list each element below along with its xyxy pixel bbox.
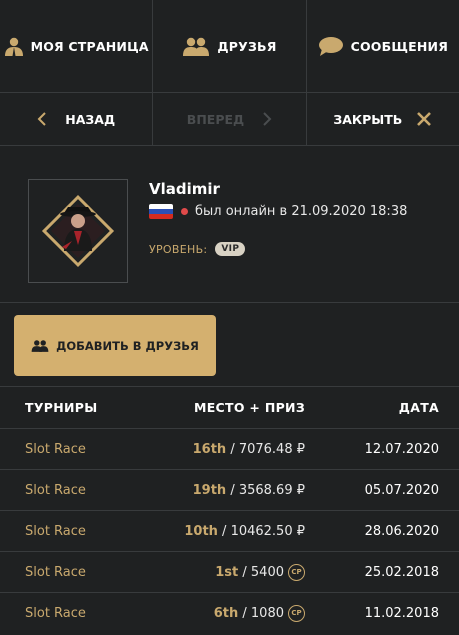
nav-my-page-label: МОЯ СТРАНИЦА [30, 38, 149, 54]
russia-flag-icon [149, 204, 173, 219]
prize-value: / 7076.48 ₽ [226, 441, 305, 457]
sub-nav: НАЗАД ВПЕРЕД ЗАКРЫТЬ [0, 93, 459, 146]
level-row: УРОВЕНЬ: VIP [149, 242, 246, 256]
place-prize-cell: 10th / 10462.50 ₽ [150, 524, 305, 539]
date-cell: 05.07.2020 [364, 482, 439, 498]
nav-friends[interactable]: ДРУЗЬЯ [153, 0, 307, 92]
username: Vladimir [149, 180, 220, 198]
tournament-name-link[interactable]: Slot Race [0, 442, 150, 457]
top-nav: МОЯ СТРАНИЦА ДРУЗЬЯ СООБЩЕНИЯ [0, 0, 459, 93]
tournament-name-link[interactable]: Slot Race [0, 483, 150, 498]
place-value: 19th [192, 482, 227, 498]
place-prize-cell: 16th / 7076.48 ₽ [150, 442, 305, 457]
friends-icon [183, 37, 210, 56]
place-prize-cell: 1st / 5400 CP [150, 563, 305, 581]
online-status: был онлайн в 21.09.2020 18:38 [149, 204, 407, 219]
avatar-gangster-image [41, 194, 115, 268]
date-cell: 11.02.2018 [364, 605, 439, 621]
chevron-right-icon [263, 112, 272, 126]
prize-value: / 3568.69 ₽ [226, 482, 305, 498]
table-row: Slot Race 19th / 3568.69 ₽05.07.2020 [0, 469, 459, 510]
table-row: Slot Race 1st / 5400 CP 25.02.2018 [0, 551, 459, 592]
back-label: НАЗАД [65, 111, 116, 127]
place-value: 16th [192, 441, 227, 457]
forward-button[interactable]: ВПЕРЕД [153, 93, 307, 145]
date-cell: 12.07.2020 [364, 441, 439, 457]
prize-value: / 10462.50 ₽ [217, 523, 305, 539]
date-cell: 25.02.2018 [364, 564, 439, 580]
table-row: Slot Race 16th / 7076.48 ₽12.07.2020 [0, 428, 459, 469]
close-label: ЗАКРЫТЬ [333, 111, 403, 127]
tournament-name-link[interactable]: Slot Race [0, 565, 150, 580]
cp-coin-icon: CP [288, 604, 305, 622]
place-prize-cell: 19th / 3568.69 ₽ [150, 483, 305, 498]
place-value: 1st [215, 564, 239, 580]
chevron-left-icon [37, 112, 46, 126]
nav-messages-label: СООБЩЕНИЯ [350, 38, 449, 54]
header-date: ДАТА [398, 400, 439, 415]
offline-dot-icon [181, 208, 188, 215]
level-label: УРОВЕНЬ: [149, 242, 208, 256]
add-friends-icon [31, 340, 49, 352]
table-header: ТУРНИРЫ МЕСТО + ПРИЗ ДАТА [0, 386, 459, 428]
forward-label: ВПЕРЕД [186, 111, 245, 127]
place-value: 6th [213, 605, 239, 621]
close-icon [417, 112, 432, 126]
tournament-name-link[interactable]: Slot Race [0, 524, 150, 539]
place-prize-cell: 6th / 1080 CP [150, 604, 305, 622]
tournament-name-link[interactable]: Slot Race [0, 606, 150, 621]
place-value: 10th [184, 523, 218, 539]
close-button[interactable]: ЗАКРЫТЬ [307, 93, 459, 145]
cp-coin-icon: CP [288, 563, 305, 581]
prize-value: / 5400 [238, 564, 284, 580]
header-place-prize: МЕСТО + ПРИЗ [193, 400, 305, 415]
prize-value: / 1080 [238, 605, 284, 621]
tournaments-table: ТУРНИРЫ МЕСТО + ПРИЗ ДАТА Slot Race 16th … [0, 386, 459, 633]
last-online-text: был онлайн в 21.09.2020 18:38 [195, 204, 408, 219]
profile-section: Vladimir был онлайн в 21.09.2020 18:38 У… [0, 146, 459, 303]
vip-badge: VIP [215, 242, 246, 256]
table-row: Slot Race 10th / 10462.50 ₽28.06.2020 [0, 510, 459, 551]
chat-bubble-icon [318, 37, 343, 56]
back-button[interactable]: НАЗАД [0, 93, 154, 145]
nav-messages[interactable]: СООБЩЕНИЯ [307, 0, 459, 92]
nav-my-page[interactable]: МОЯ СТРАНИЦА [0, 0, 154, 92]
add-friend-button[interactable]: ДОБАВИТЬ В ДРУЗЬЯ [14, 315, 216, 376]
avatar[interactable] [28, 179, 128, 283]
date-cell: 28.06.2020 [364, 523, 439, 539]
table-row: Slot Race 6th / 1080 CP 11.02.2018 [0, 592, 459, 633]
add-friend-label: ДОБАВИТЬ В ДРУЗЬЯ [56, 338, 199, 353]
user-icon [4, 37, 23, 56]
nav-friends-label: ДРУЗЬЯ [217, 38, 277, 54]
header-tournaments: ТУРНИРЫ [25, 400, 98, 415]
